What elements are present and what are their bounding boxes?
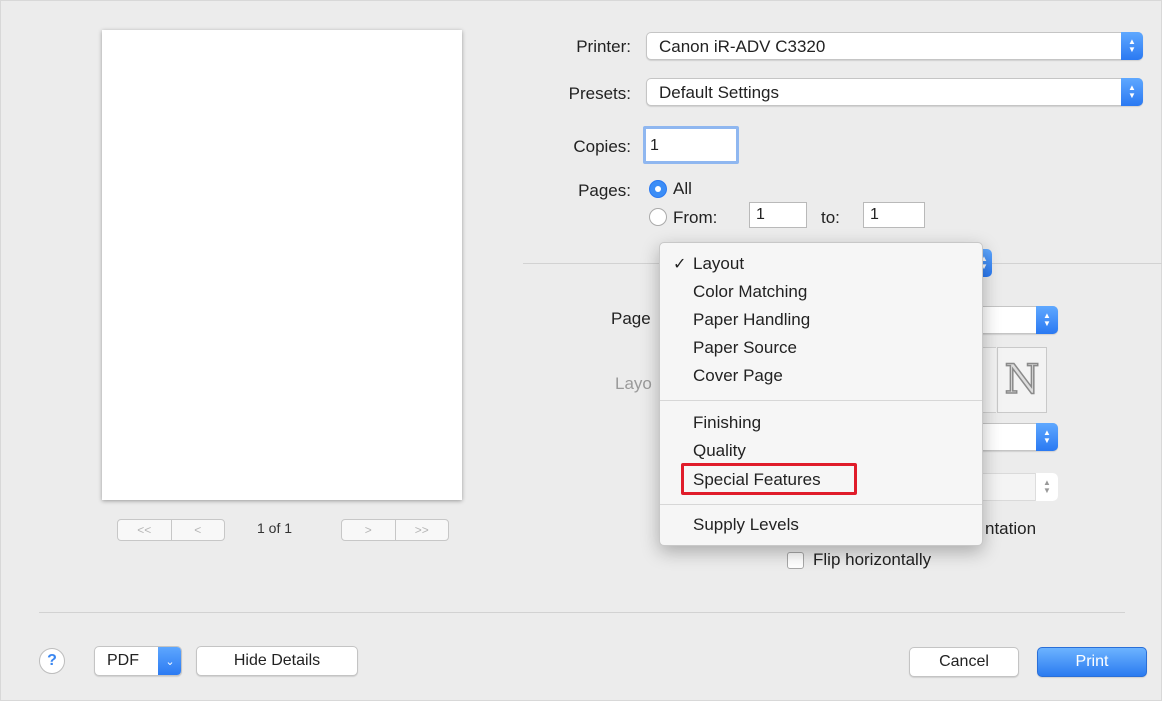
- printer-value: Canon iR-ADV C3320: [659, 37, 826, 56]
- page-preview: [102, 30, 462, 500]
- help-button[interactable]: ?: [39, 648, 65, 674]
- menu-item-supply-levels[interactable]: Supply Levels: [693, 515, 799, 535]
- pages-per-sheet-label: Page: [611, 309, 651, 328]
- hide-details-button[interactable]: Hide Details: [196, 646, 358, 676]
- menu-item-paper-handling[interactable]: Paper Handling: [693, 310, 810, 330]
- menu-item-finishing[interactable]: Finishing: [693, 413, 761, 433]
- pages-from-label: From:: [673, 208, 718, 227]
- pdf-menu-button[interactable]: PDF ⌄: [94, 646, 182, 676]
- pages-label: Pages:: [578, 181, 631, 200]
- presets-value: Default Settings: [659, 83, 780, 102]
- first-page-button[interactable]: <<: [118, 520, 171, 540]
- pages-from-radio[interactable]: [649, 208, 667, 226]
- next-page-button[interactable]: >: [342, 520, 395, 540]
- updown-arrows-icon: ▲ ▼: [1121, 78, 1143, 106]
- flip-horizontally-label: Flip horizontally: [813, 550, 932, 569]
- pages-all-radio[interactable]: [649, 180, 667, 198]
- menu-item-paper-source[interactable]: Paper Source: [693, 338, 797, 358]
- menu-item-layout[interactable]: Layout: [693, 254, 744, 274]
- pages-from-field[interactable]: 1: [749, 202, 807, 228]
- preview-nav-forward-group: > >>: [341, 519, 449, 541]
- presets-label: Presets:: [568, 84, 631, 103]
- printer-popup[interactable]: Canon iR-ADV C3320 ▲ ▼: [646, 32, 1143, 60]
- footer-divider: [39, 612, 1125, 613]
- flip-horizontally-checkbox[interactable]: [787, 552, 804, 569]
- copies-label: Copies:: [573, 137, 631, 156]
- updown-arrows-icon: ▲ ▼: [1035, 473, 1058, 501]
- layout-direction-label: Layo: [615, 374, 652, 393]
- reverse-orientation-label: ntation: [985, 519, 1037, 538]
- pages-to-label: to:: [821, 208, 840, 227]
- pages-all-label: All: [673, 179, 692, 198]
- previous-page-button[interactable]: <: [170, 520, 225, 540]
- copies-field[interactable]: 1: [643, 126, 739, 164]
- chevron-down-icon: ⌄: [158, 647, 181, 675]
- print-button[interactable]: Print: [1037, 647, 1147, 677]
- layout-n-icon[interactable]: N: [997, 347, 1047, 413]
- menu-separator: [660, 504, 982, 505]
- print-dialog: << < 1 of 1 > >> Printer: Canon iR-ADV C…: [0, 0, 1162, 701]
- updown-arrows-icon: ▲ ▼: [1036, 306, 1058, 334]
- pdf-label: PDF: [107, 652, 139, 669]
- section-menu: ✓ Layout Color Matching Paper Handling P…: [659, 242, 983, 546]
- cancel-button[interactable]: Cancel: [909, 647, 1019, 677]
- page-count: 1 of 1: [257, 520, 293, 536]
- updown-arrows-icon: ▲ ▼: [1121, 32, 1143, 60]
- updown-arrows-icon: ▲ ▼: [1036, 423, 1058, 451]
- pages-to-field[interactable]: 1: [863, 202, 925, 228]
- special-features-highlight: [681, 463, 857, 495]
- checkmark-icon: ✓: [673, 256, 687, 273]
- menu-item-quality[interactable]: Quality: [693, 441, 746, 461]
- last-page-button[interactable]: >>: [394, 520, 449, 540]
- presets-popup[interactable]: Default Settings ▲ ▼: [646, 78, 1143, 106]
- menu-item-cover-page[interactable]: Cover Page: [693, 366, 783, 386]
- preview-nav-back-group: << <: [117, 519, 225, 541]
- menu-separator: [660, 400, 982, 401]
- printer-label: Printer:: [576, 37, 631, 56]
- menu-item-color-matching[interactable]: Color Matching: [693, 282, 807, 302]
